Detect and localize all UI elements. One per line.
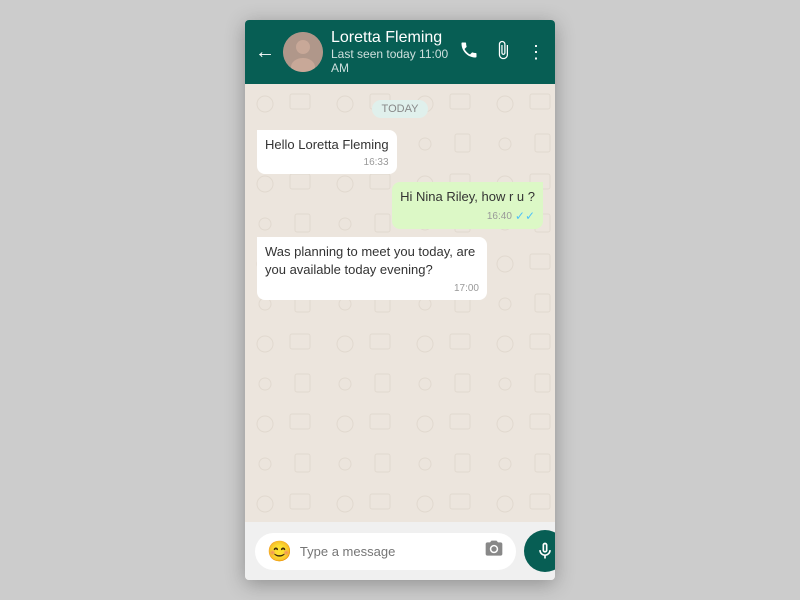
chat-area: TODAY Hello Loretta Fleming 16:33 Hi Nin… bbox=[245, 84, 555, 522]
message-bubble: Hello Loretta Fleming 16:33 bbox=[257, 130, 397, 174]
contact-avatar[interactable] bbox=[283, 32, 323, 72]
message-bubble: Hi Nina Riley, how r u ? 16:40 ✓✓ bbox=[392, 182, 543, 229]
message-bubble: Was planning to meet you today, are you … bbox=[257, 237, 487, 299]
back-button[interactable]: ← bbox=[255, 41, 275, 64]
message-input[interactable] bbox=[300, 544, 476, 559]
header-actions: ⋮ bbox=[459, 40, 545, 65]
menu-icon[interactable]: ⋮ bbox=[527, 42, 545, 63]
mic-button[interactable] bbox=[524, 530, 555, 572]
message-row: Hi Nina Riley, how r u ? 16:40 ✓✓ bbox=[257, 182, 543, 229]
attach-icon[interactable] bbox=[493, 40, 513, 65]
message-row: Hello Loretta Fleming 16:33 bbox=[257, 130, 543, 174]
message-time: 17:00 bbox=[454, 282, 479, 296]
emoji-icon[interactable]: 😊 bbox=[267, 539, 292, 564]
input-wrapper: 😊 bbox=[255, 533, 516, 570]
contact-info: Loretta Fleming Last seen today 11:00 AM bbox=[331, 29, 451, 75]
date-label: TODAY bbox=[372, 100, 429, 118]
message-text: Was planning to meet you today, are you … bbox=[265, 244, 475, 277]
message-text: Hello Loretta Fleming bbox=[265, 137, 389, 152]
call-icon[interactable] bbox=[459, 40, 479, 65]
message-row: Was planning to meet you today, are you … bbox=[257, 237, 543, 299]
read-receipt-icon: ✓✓ bbox=[515, 208, 535, 225]
message-text: Hi Nina Riley, how r u ? bbox=[400, 189, 535, 204]
chat-header: ← Loretta Fleming Last seen today 11:00 … bbox=[245, 20, 555, 84]
message-meta: 16:40 ✓✓ bbox=[400, 208, 535, 225]
camera-icon[interactable] bbox=[484, 539, 504, 564]
date-separator: TODAY bbox=[257, 100, 543, 118]
contact-name: Loretta Fleming bbox=[331, 29, 451, 47]
message-time: 16:33 bbox=[364, 156, 389, 170]
message-meta: 17:00 bbox=[265, 282, 479, 296]
contact-status: Last seen today 11:00 AM bbox=[331, 47, 451, 75]
message-meta: 16:33 bbox=[265, 156, 389, 170]
message-time: 16:40 bbox=[487, 210, 512, 224]
chat-window: ← Loretta Fleming Last seen today 11:00 … bbox=[245, 20, 555, 580]
message-input-area: 😊 bbox=[245, 522, 555, 580]
